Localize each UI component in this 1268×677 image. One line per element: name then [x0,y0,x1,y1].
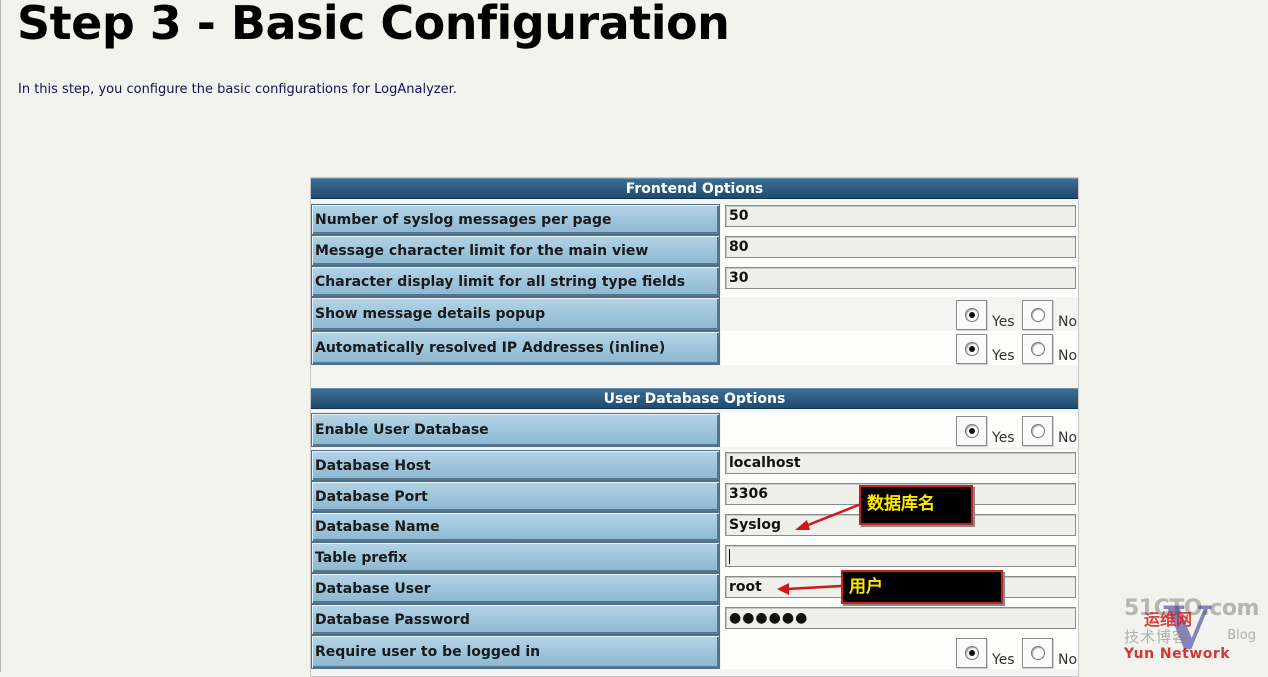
resolve-ip-no-radio[interactable] [1022,334,1053,364]
row-details-popup: Show message details popup Yes No [311,297,1078,331]
require-login-yes-radio[interactable] [956,638,987,668]
no-label: No [1058,314,1078,330]
field-label: Database Password [311,604,720,635]
field-label: Require user to be logged in [311,635,720,669]
database-host-input[interactable]: localhost [725,452,1076,474]
frontend-options-header: Frontend Options [311,178,1078,199]
field-label: Database Port [311,481,720,512]
field-label: Database Host [311,450,720,481]
field-label: Character display limit for all string t… [311,266,720,297]
value-cell [721,542,1078,573]
field-label: Enable User Database [311,413,720,447]
messages-per-page-input[interactable]: 50 [725,205,1076,227]
value-cell: Yes No [721,331,1078,365]
yes-label: Yes [992,314,1015,330]
row-table-prefix: Table prefix [311,542,1078,573]
text-caret [729,548,730,564]
value-cell: ●●●●●● [721,604,1078,635]
resolve-ip-yes-radio[interactable] [956,334,987,364]
watermark-network: Yun Network [1124,646,1231,662]
enable-user-db-no-radio[interactable] [1022,416,1053,446]
row-resolve-ip: Automatically resolved IP Addresses (inl… [311,331,1078,365]
page-title: Step 3 - Basic Configuration [17,0,730,50]
value-cell: Yes No [721,413,1078,447]
value-cell: 30 [721,266,1078,297]
watermark-red-text: 运维网 [1144,610,1193,629]
yes-label: Yes [992,652,1015,668]
database-password-input[interactable]: ●●●●●● [725,607,1076,629]
row-messages-per-page: Number of syslog messages per page 50 [311,204,1078,235]
no-label: No [1058,652,1078,668]
field-label: Table prefix [311,542,720,573]
yes-label: Yes [992,430,1015,446]
row-message-char-limit: Message character limit for the main vie… [311,235,1078,266]
field-label: Database Name [311,512,720,542]
field-label: Number of syslog messages per page [311,204,720,235]
row-string-display-limit: Character display limit for all string t… [311,266,1078,297]
watermark-blog: Blog [1227,628,1256,643]
details-popup-radio-group: Yes No [956,300,1078,330]
field-label: Message character limit for the main vie… [311,235,720,266]
string-display-limit-input[interactable]: 30 [725,267,1076,289]
intro-text: In this step, you configure the basic co… [18,82,457,97]
db-name-annotation: 数据库名 [859,485,973,525]
value-cell: localhost [721,450,1078,481]
details-popup-no-radio[interactable] [1022,300,1053,330]
value-cell: 50 [721,204,1078,235]
row-require-login: Require user to be logged in Yes No [311,635,1078,669]
user-database-options-header: User Database Options [311,388,1078,409]
require-login-radio-group: Yes No [956,638,1078,668]
no-label: No [1058,430,1078,446]
message-char-limit-input[interactable]: 80 [725,236,1076,258]
resolve-ip-radio-group: Yes No [956,334,1078,364]
require-login-no-radio[interactable] [1022,638,1053,668]
field-label: Show message details popup [311,297,720,331]
row-database-host: Database Host localhost [311,450,1078,481]
details-popup-yes-radio[interactable] [956,300,987,330]
value-cell: 80 [721,235,1078,266]
db-name-arrow-icon [795,502,862,530]
watermark-logo: 51CTO.com V 技术博客 运维网 Blog Yun Network [1124,594,1264,668]
row-database-password: Database Password ●●●●●● [311,604,1078,635]
enable-user-db-radio-group: Yes No [956,416,1078,446]
yes-label: Yes [992,348,1015,364]
value-cell: Yes No [721,635,1078,669]
db-user-arrow-icon [777,583,842,595]
enable-user-db-yes-radio[interactable] [956,416,987,446]
field-label: Database User [311,573,720,604]
value-cell: Yes No [721,297,1078,331]
table-prefix-input[interactable] [725,545,1076,567]
db-user-annotation: 用户 [841,570,1003,604]
field-label: Automatically resolved IP Addresses (inl… [311,331,720,365]
no-label: No [1058,348,1078,364]
row-enable-user-db: Enable User Database Yes No [311,413,1078,447]
